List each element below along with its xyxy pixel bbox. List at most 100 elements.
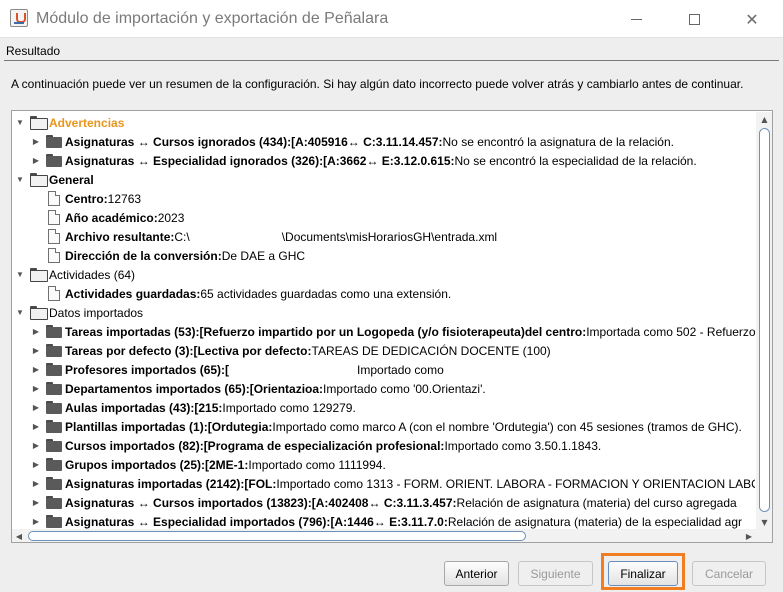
cancelar-button[interactable]: Cancelar [692, 561, 766, 586]
scroll-up-icon[interactable]: ▲ [756, 112, 772, 126]
node-label: Asignaturas importadas (2142): [65, 476, 245, 491]
tree-node-plantillas-importadas[interactable]: ▶ Plantillas importadas (1): [Ordutegia:… [30, 417, 742, 436]
folder-icon [46, 324, 62, 339]
node-key: Año académico: [65, 210, 158, 225]
tree-node-departamentos-importados[interactable]: ▶ Departamentos importados (65): [Orient… [30, 379, 486, 398]
relation-arrow: ↔ [137, 134, 150, 149]
tree-leaf-centro[interactable]: Centro: 12763 [46, 189, 141, 208]
expand-toggle-icon[interactable]: ▼ [14, 175, 26, 184]
collapse-toggle-icon[interactable]: ▶ [30, 403, 42, 412]
tree-node-datos-importados[interactable]: ▼ Datos importados [14, 303, 143, 322]
collapse-toggle-icon[interactable]: ▶ [30, 460, 42, 469]
node-key: [A:3662 [323, 153, 367, 168]
expand-toggle-icon[interactable]: ▼ [14, 308, 26, 317]
node-label: Tareas importadas (53): [65, 324, 200, 339]
node-label: Profesores importados (65): [65, 362, 226, 377]
tree-node-profesores-importados[interactable]: ▶ Profesores importados (65): [Importado… [30, 360, 444, 379]
document-icon [48, 229, 60, 244]
collapse-toggle-icon[interactable]: ▶ [30, 498, 42, 507]
tree-node-tareas-importadas[interactable]: ▶ Tareas importadas (53): [Refuerzo impa… [30, 322, 755, 341]
folder-icon [46, 153, 62, 168]
node-key: C:3.11.3.457: [383, 495, 457, 510]
scroll-down-icon[interactable]: ▼ [756, 515, 772, 529]
folder-icon [46, 457, 62, 472]
node-key: C:3.11.14.457: [363, 134, 443, 149]
node-value: Importado como marco A (con el nombre 'O… [272, 419, 742, 434]
tree-node-aulas-importadas[interactable]: ▶ Aulas importadas (43): [215: Importado… [30, 398, 356, 417]
minimize-button[interactable] [613, 0, 659, 38]
document-icon [48, 248, 60, 263]
collapse-toggle-icon[interactable]: ▶ [30, 441, 42, 450]
tree-node-asignaturas-importadas[interactable]: ▶ Asignaturas importadas (2142): [FOL: I… [30, 474, 755, 493]
node-value: No se encontró la especialidad de la rel… [454, 153, 697, 168]
tree-node-advertencias[interactable]: ▼ Advertencias [14, 113, 124, 132]
vertical-scroll-thumb[interactable] [759, 128, 770, 512]
node-value: Importado como 1313 - FORM. ORIENT. LABO… [276, 476, 755, 491]
maximize-button[interactable] [671, 0, 717, 38]
node-label: Asignaturas [65, 153, 135, 168]
node-key: Centro: [65, 191, 108, 206]
tree-node-asig-cursos-importados[interactable]: ▶ Asignaturas ↔ Cursos importados (13823… [30, 493, 737, 512]
document-icon [48, 191, 60, 206]
collapse-toggle-icon[interactable]: ▶ [30, 422, 42, 431]
tree-node-asig-cursos-ignorados[interactable]: ▶ Asignaturas ↔ Cursos ignorados (434): … [30, 132, 674, 151]
siguiente-button[interactable]: Siguiente [518, 561, 593, 586]
relation-arrow: ↔ [137, 153, 150, 168]
node-label: Grupos importados (25): [65, 457, 206, 472]
tree-leaf-archivo-resultante[interactable]: Archivo resultante: C:\ \Documents\misHor… [46, 227, 497, 246]
close-button[interactable]: ✕ [729, 0, 775, 38]
folder-open-icon [30, 172, 48, 187]
node-value: Importado como '00.Orientazi'. [323, 381, 486, 396]
tree-node-grupos-importados[interactable]: ▶ Grupos importados (25): [2ME-1: Import… [30, 455, 386, 474]
node-value: 65 actividades guardadas como una extens… [200, 286, 452, 301]
expand-toggle-icon[interactable]: ▼ [14, 270, 26, 279]
collapse-toggle-icon[interactable]: ▶ [30, 384, 42, 393]
collapse-toggle-icon[interactable]: ▶ [30, 517, 42, 526]
highlight-box [601, 553, 685, 590]
collapse-toggle-icon[interactable]: ▶ [30, 327, 42, 336]
tree-leaf-actividades-guardadas[interactable]: Actividades guardadas: 65 actividades gu… [46, 284, 451, 303]
node-value: 2023 [157, 210, 185, 225]
folder-icon [46, 438, 62, 453]
info-text: A continuación puede ver un resumen de l… [11, 77, 744, 91]
tree-node-tareas-por-defecto[interactable]: ▶ Tareas por defecto (3): [Lectiva por d… [30, 341, 551, 360]
node-key: [Lectiva por defecto: [193, 343, 312, 358]
node-label: Plantillas importadas (1): [65, 419, 208, 434]
tree-node-cursos-importados[interactable]: ▶ Cursos importados (82): [Programa de e… [30, 436, 601, 455]
node-label: Especialidad importados (796): [153, 514, 331, 529]
tree-node-general[interactable]: ▼ General [14, 170, 94, 189]
vertical-scrollbar[interactable]: ▲ ▼ [756, 112, 772, 529]
node-label: Cursos importados (82): [65, 438, 204, 453]
collapse-toggle-icon[interactable]: ▶ [30, 479, 42, 488]
folder-icon [46, 134, 62, 149]
tree-node-actividades[interactable]: ▼ Actividades (64) [14, 265, 135, 284]
maximize-icon [688, 13, 700, 25]
node-key: [A:402408 [311, 495, 369, 510]
collapse-toggle-icon[interactable]: ▶ [30, 346, 42, 355]
anterior-button[interactable]: Anterior [444, 561, 509, 586]
tree-leaf-direccion[interactable]: Dirección de la conversión: De DAE a GHC [46, 246, 305, 265]
tree-leaf-anio-academico[interactable]: Año académico: 2023 [46, 208, 184, 227]
node-value: TAREAS DE DEDICACIÓN DOCENTE (100) [311, 343, 551, 358]
folder-icon [46, 362, 62, 377]
node-key: Dirección de la conversión: [65, 248, 222, 263]
horizontal-scroll-thumb[interactable] [28, 531, 526, 541]
node-label: Asignaturas [65, 134, 135, 149]
node-label: Asignaturas [65, 495, 135, 510]
node-value: De DAE a GHC [221, 248, 306, 263]
collapse-toggle-icon[interactable]: ▶ [30, 365, 42, 374]
collapse-toggle-icon[interactable]: ▶ [30, 156, 42, 165]
tree-node-asig-especialidad-ignorados[interactable]: ▶ Asignaturas ↔ Especialidad ignorados (… [30, 151, 697, 170]
expand-toggle-icon[interactable]: ▼ [14, 118, 26, 127]
scroll-right-icon[interactable]: ▶ [742, 529, 756, 542]
node-key: [Ordutegia: [207, 419, 273, 434]
collapse-toggle-icon[interactable]: ▶ [30, 137, 42, 146]
relation-arrow: ↔ [347, 134, 360, 149]
java-app-icon [10, 9, 28, 27]
horizontal-scrollbar[interactable]: ◀ ▶ [12, 529, 756, 542]
node-key: [FOL: [244, 476, 277, 491]
tree-node-asig-especialidad-importados[interactable]: ▶ Asignaturas ↔ Especialidad importados … [30, 512, 742, 529]
node-label: Cursos importados (13823): [153, 495, 312, 510]
folder-icon [46, 514, 62, 529]
scroll-left-icon[interactable]: ◀ [12, 529, 26, 542]
